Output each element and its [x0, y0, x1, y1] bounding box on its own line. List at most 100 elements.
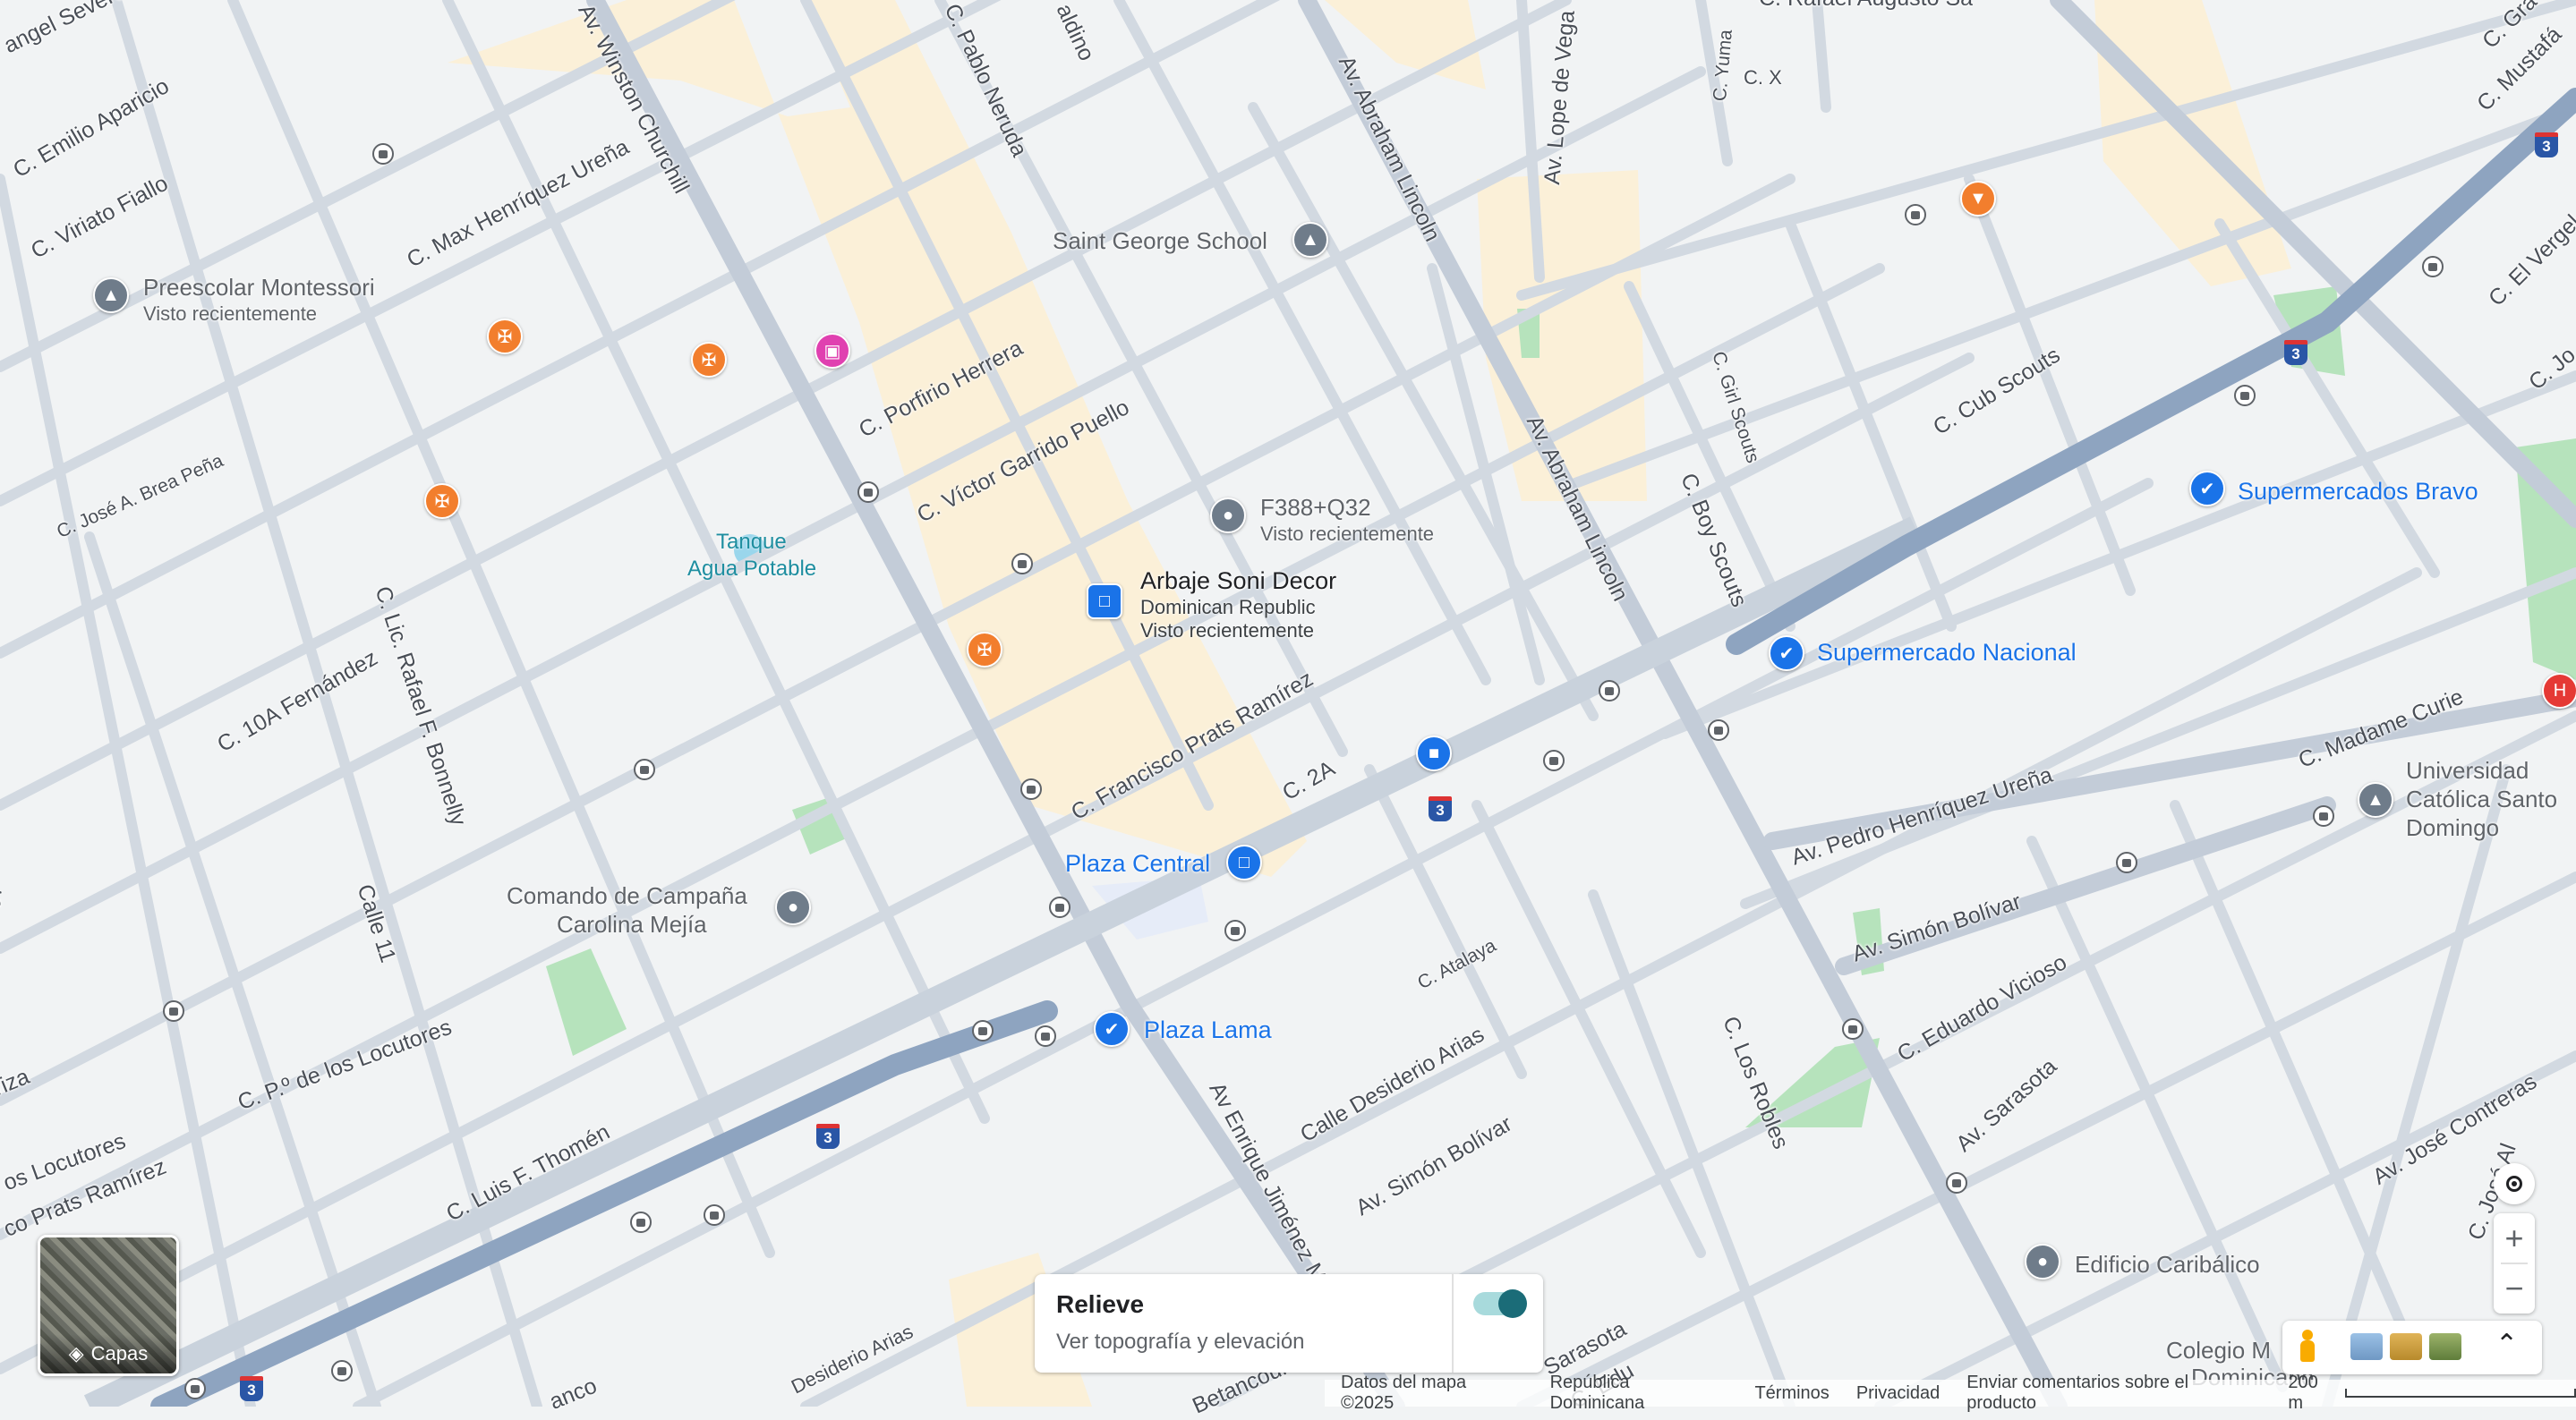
hospital-icon[interactable]: H [2542, 673, 2576, 709]
zoom-in-button[interactable]: + [2504, 1214, 2523, 1263]
place-name[interactable]: Arbaje Soni Decor [1140, 567, 1336, 595]
pin-icon[interactable]: ● [1210, 497, 1246, 533]
layers-label-row: ◈ Capas [40, 1334, 176, 1373]
bus-stop-icon[interactable] [1905, 204, 1926, 225]
place-name-line3: Domingo [2406, 814, 2500, 841]
scale-bar [2344, 1389, 2576, 1398]
imagery-thumbnail[interactable] [2429, 1333, 2461, 1360]
school-icon[interactable]: ▲ [1292, 222, 1328, 258]
zoom-control: + − [2494, 1213, 2535, 1314]
bus-stop-icon[interactable] [1842, 1018, 1864, 1040]
briefcase-icon[interactable]: ■ [1416, 736, 1452, 771]
route-shield: 3 [2284, 340, 2307, 365]
bus-stop-icon[interactable] [2116, 852, 2137, 873]
place-recent: Visto recientemente [143, 302, 318, 325]
layers-button[interactable]: ◈ Capas [38, 1235, 179, 1376]
place-name[interactable]: Supermercados Bravo [2238, 478, 2478, 506]
restaurant-icon[interactable]: ✠ [424, 483, 460, 519]
bus-stop-icon[interactable] [1543, 750, 1565, 771]
scale-control[interactable]: 200 m [2288, 1373, 2576, 1414]
bus-stop-icon[interactable] [1049, 897, 1070, 918]
place-name[interactable]: Preescolar Montessori [143, 274, 375, 302]
shopping-bag-icon[interactable]: □ [1226, 845, 1262, 880]
bus-stop-icon[interactable] [1599, 680, 1620, 701]
cart-icon[interactable]: ✔ [2189, 471, 2225, 506]
relief-title: Relieve [1056, 1290, 1145, 1318]
place-name[interactable]: Comando de Campaña [507, 882, 747, 910]
scale-label: 200 m [2288, 1373, 2318, 1413]
bus-stop-icon[interactable] [972, 1020, 994, 1042]
privacy-link[interactable]: Privacidad [1856, 1383, 1940, 1404]
imagery-tray: ⌃ [2282, 1321, 2542, 1374]
place-recent: Visto recientemente [1260, 523, 1435, 545]
street-label: C. Rafael Augusto Sá [1759, 0, 1973, 12]
bus-stop-icon[interactable] [2234, 385, 2256, 406]
bus-stop-icon[interactable] [2422, 256, 2444, 277]
bus-stop-icon[interactable] [1020, 778, 1042, 800]
divider [1452, 1274, 1454, 1373]
route-shield: 3 [240, 1376, 263, 1401]
relief-card: Relieve Ver topografía y elevación [1035, 1274, 1543, 1373]
route-shield: 3 [2535, 132, 2558, 157]
place-name[interactable]: Tanque [716, 530, 787, 555]
bus-stop-icon[interactable] [634, 759, 655, 780]
my-location-button[interactable] [2494, 1163, 2535, 1204]
restaurant-icon[interactable]: ✠ [691, 342, 727, 378]
zoom-out-button[interactable]: − [2504, 1264, 2523, 1313]
relief-toggle[interactable] [1473, 1289, 1527, 1318]
layers-label: Capas [90, 1342, 149, 1365]
toggle-knob [1498, 1289, 1527, 1318]
place-name[interactable]: F388+Q32 [1260, 494, 1371, 522]
bus-stop-icon[interactable] [857, 481, 879, 503]
bar-icon[interactable]: ▼ [1960, 181, 1996, 217]
place-name[interactable]: Supermercado Nacional [1817, 639, 2077, 667]
pin-icon[interactable]: ● [2025, 1244, 2060, 1280]
shopping-bag-icon[interactable]: □ [1087, 583, 1122, 619]
school-icon[interactable]: ▲ [2358, 782, 2393, 818]
restaurant-icon[interactable]: ✠ [487, 319, 523, 354]
imagery-thumbnail[interactable] [2390, 1333, 2422, 1360]
route-shield: 3 [1429, 796, 1452, 821]
pin-icon[interactable]: ● [775, 889, 811, 925]
map-data-credit: Datos del mapa ©2025 [1341, 1373, 1467, 1413]
place-name[interactable]: Edificio Caribálico [2075, 1251, 2260, 1279]
bus-stop-icon[interactable] [163, 1000, 184, 1022]
cart-icon[interactable]: ✔ [1094, 1011, 1130, 1047]
place-name[interactable]: Saint George School [1053, 227, 1267, 255]
place-name[interactable]: Colegio M [2166, 1337, 2271, 1365]
bus-stop-icon[interactable] [1011, 553, 1033, 574]
country-link[interactable]: República Dominicana [1550, 1373, 1728, 1414]
bus-stop-icon[interactable] [2313, 805, 2334, 827]
restaurant-icon[interactable]: ✠ [967, 632, 1002, 667]
map-footer: Datos del mapa ©2025 República Dominican… [1325, 1373, 2576, 1413]
cart-icon[interactable]: ✔ [1769, 635, 1804, 671]
place-recent: Visto recientemente [1140, 619, 1315, 642]
relief-subtitle: Ver topografía y elevación [1056, 1330, 1305, 1354]
bus-stop-icon[interactable] [1946, 1172, 1967, 1194]
expand-icon[interactable]: ⌃ [2495, 1331, 2518, 1358]
bus-stop-icon[interactable] [1224, 920, 1246, 941]
place-name[interactable]: Plaza Lama [1144, 1016, 1272, 1044]
imagery-thumbnail[interactable] [2350, 1333, 2383, 1360]
place-name-line2: Carolina Mejía [557, 911, 707, 938]
place-name[interactable]: Plaza Central [1065, 850, 1210, 878]
feedback-link[interactable]: Enviar comentarios sobre el producto [1966, 1373, 2261, 1414]
bus-stop-icon[interactable] [372, 143, 394, 165]
bus-stop-icon[interactable] [1708, 719, 1729, 741]
place-name[interactable]: Universidad [2406, 757, 2529, 785]
hotel-icon[interactable]: ▣ [815, 333, 850, 369]
pegman-icon[interactable] [2299, 1330, 2316, 1365]
bus-stop-icon[interactable] [331, 1360, 353, 1382]
bus-stop-icon[interactable] [184, 1378, 206, 1399]
terms-link[interactable]: Términos [1754, 1383, 1829, 1404]
bus-stop-icon[interactable] [1035, 1025, 1056, 1047]
bus-stop-icon[interactable] [630, 1212, 652, 1233]
place-name-line2: Agua Potable [687, 557, 817, 581]
layers-icon: ◈ [68, 1342, 84, 1365]
place-name-line2: Católica Santo [2406, 786, 2558, 812]
bus-stop-icon[interactable] [704, 1204, 725, 1226]
street-label: C. X [1744, 66, 1782, 89]
location-target-icon [2506, 1176, 2522, 1192]
place-country: Dominican Republic [1140, 596, 1316, 618]
school-icon[interactable]: ▲ [93, 277, 129, 313]
